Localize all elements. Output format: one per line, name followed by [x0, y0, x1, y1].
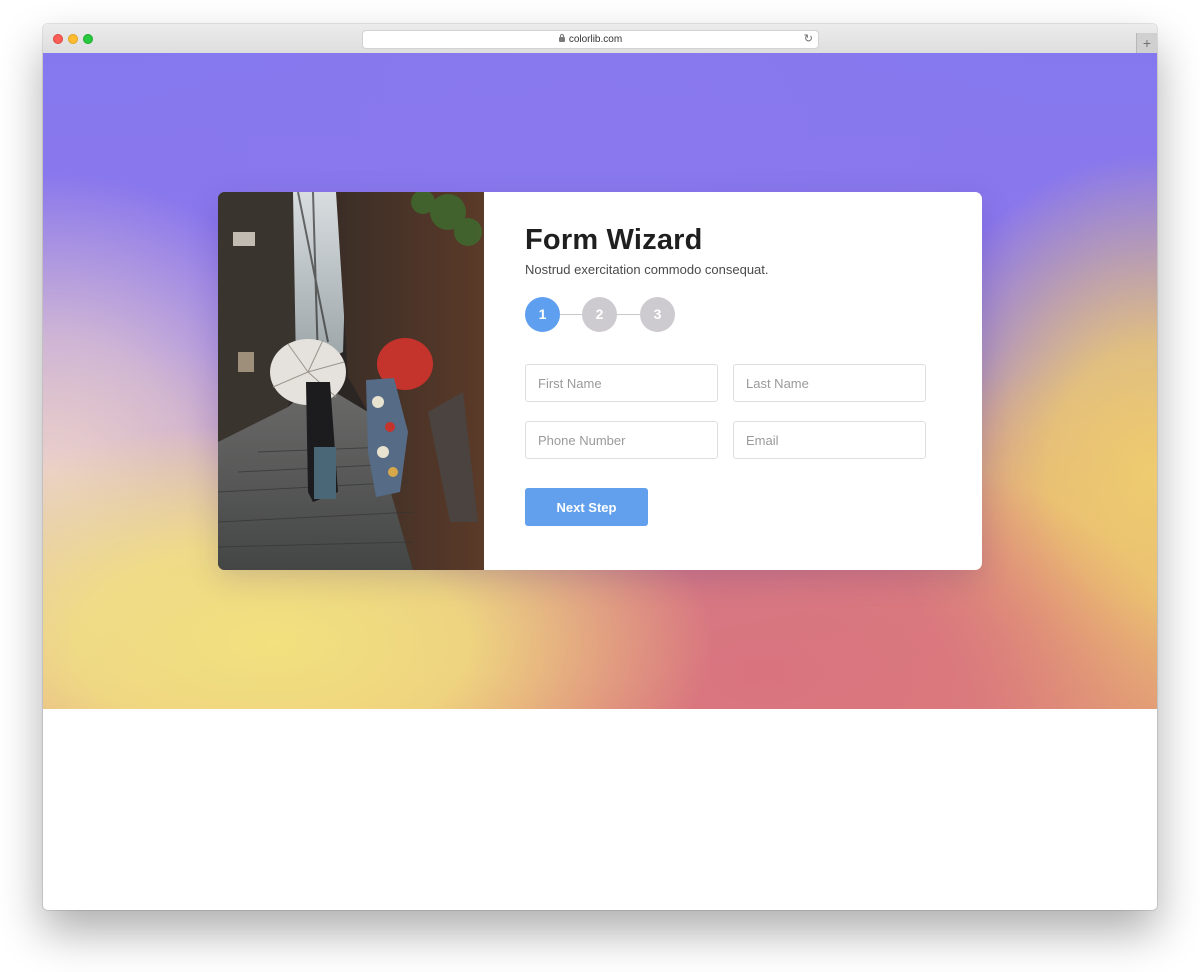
next-step-button[interactable]: Next Step	[525, 488, 648, 526]
step-connector	[560, 314, 582, 315]
form-card: Form Wizard Nostrud exercitation commodo…	[218, 192, 982, 570]
maximize-window-button[interactable]	[83, 34, 93, 44]
lock-icon	[558, 34, 565, 42]
email-field[interactable]	[733, 421, 926, 459]
step-indicator: 1 2 3	[525, 297, 675, 333]
reload-icon[interactable]: ↻	[804, 33, 813, 45]
address-bar[interactable]: colorlib.com ↻	[362, 30, 819, 49]
step-2[interactable]: 2	[582, 297, 617, 332]
step-connector	[617, 314, 640, 315]
plus-icon[interactable]: +	[1136, 33, 1157, 53]
step-1[interactable]: 1	[525, 297, 560, 332]
form-title: Form Wizard	[525, 224, 703, 256]
hero-background: Form Wizard Nostrud exercitation commodo…	[43, 53, 1157, 709]
first-name-field[interactable]	[525, 364, 718, 402]
url-text: colorlib.com	[568, 34, 623, 45]
step-3[interactable]: 3	[640, 297, 675, 332]
phone-number-field[interactable]	[525, 421, 718, 459]
page-below-hero	[43, 709, 1157, 910]
street-photo	[218, 192, 484, 570]
photo-illustration	[218, 192, 484, 570]
form-subtitle: Nostrud exercitation commodo consequat.	[525, 262, 769, 277]
browser-window: colorlib.com ↻ + Form Wizard Nostrud exe…	[43, 24, 1157, 910]
minimize-window-button[interactable]	[68, 34, 78, 44]
last-name-field[interactable]	[733, 364, 926, 402]
browser-titlebar: colorlib.com ↻ +	[43, 24, 1157, 54]
close-window-button[interactable]	[53, 34, 63, 44]
form-content: Form Wizard Nostrud exercitation commodo…	[525, 192, 982, 570]
